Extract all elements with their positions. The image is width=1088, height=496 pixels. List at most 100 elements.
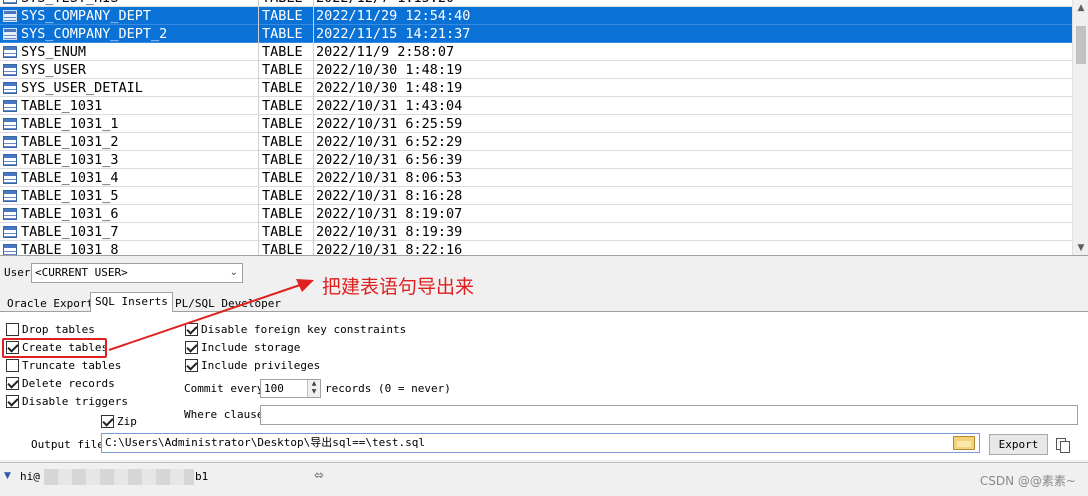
table-row[interactable]: SYS_USER_DETAIL TABLE 2022/10/30 1:48:19 — [0, 79, 1072, 97]
export-button[interactable]: Export — [989, 434, 1048, 455]
pin-icon[interactable]: ⬄ — [314, 468, 324, 482]
zip-label: Zip — [117, 415, 137, 428]
copy-icon[interactable] — [1056, 438, 1070, 453]
table-grid-icon — [3, 226, 17, 238]
chevron-down-icon[interactable]: ⌄ — [230, 264, 238, 282]
highlight-box — [2, 338, 107, 358]
table-type-cell: TABLE — [259, 43, 314, 61]
table-grid-icon — [3, 28, 17, 40]
table-type-cell: TABLE — [259, 241, 314, 255]
table-row[interactable]: SYS_TEST_HIS TABLE2022/12/7 1:15:20 — [0, 0, 1072, 7]
table-grid-icon — [3, 154, 17, 166]
drop-tables-box[interactable] — [6, 323, 19, 336]
output-file-input[interactable]: C:\Users\Administrator\Desktop\导出sql==\t… — [101, 433, 980, 453]
table-type-cell: TABLE — [259, 97, 314, 115]
table-name-cell: SYS_USER_DETAIL — [0, 79, 259, 97]
table-row[interactable]: SYS_ENUM TABLE 2022/11/9 2:58:07 — [0, 43, 1072, 61]
disable-fk-checkbox[interactable]: Disable foreign key constraints — [185, 323, 406, 337]
scroll-down-icon[interactable]: ▼ — [1073, 240, 1088, 255]
zip-box[interactable] — [101, 415, 114, 428]
table-type-cell: TABLE — [259, 223, 314, 241]
table-grid-icon — [3, 10, 17, 22]
table-date-cell: 2022/12/7 1:15:20 — [314, 0, 1072, 7]
table-grid-icon — [3, 190, 17, 202]
table-row[interactable]: TABLE_1031_5 TABLE 2022/10/31 8:16:28 — [0, 187, 1072, 205]
table-date-cell: 2022/10/31 8:06:53 — [316, 170, 463, 186]
truncate-tables-box[interactable] — [6, 359, 19, 372]
table-type-cell: TABLE — [259, 115, 314, 133]
table-type-cell: TABLE — [259, 133, 314, 151]
disable-triggers-checkbox[interactable]: Disable triggers — [6, 395, 128, 409]
table-row[interactable]: TABLE_1031_8 TABLE 2022/10/31 8:22:16 — [0, 241, 1072, 256]
triangle-down-icon[interactable]: ▼ — [4, 471, 11, 481]
table-name: TABLE_1031_7 — [21, 224, 119, 240]
table-row[interactable]: TABLE_1031_2 TABLE 2022/10/31 6:52:29 — [0, 133, 1072, 151]
table-name-cell: TABLE_1031_3 — [0, 151, 259, 169]
table-row[interactable]: TABLE_1031_1 TABLE 2022/10/31 6:25:59 — [0, 115, 1072, 133]
table-name-cell: SYS_USER — [0, 61, 259, 79]
table-grid-icon — [3, 64, 17, 76]
table-row[interactable]: SYS_COMPANY_DEPT TABLE 2022/11/29 12:54:40 — [0, 7, 1072, 25]
include-storage-box[interactable] — [185, 341, 198, 354]
user-label: User — [4, 266, 31, 279]
table-type-cell: TABLE — [259, 151, 314, 169]
folder-icon[interactable] — [953, 436, 975, 450]
scroll-thumb[interactable] — [1076, 26, 1086, 64]
commit-every-value: 100 — [264, 382, 284, 395]
table-date-cell: 2022/10/31 8:19:07 — [316, 206, 463, 222]
disable-triggers-label: Disable triggers — [22, 395, 128, 408]
table-type-cell: TABLE — [259, 205, 314, 223]
delete-records-checkbox[interactable]: Delete records — [6, 377, 115, 391]
table-list[interactable]: SYS_TEST_HISTABLE2022/12/7 1:15:20SYS_CO… — [0, 0, 1088, 256]
table-row[interactable]: TABLE_1031 TABLE 2022/10/31 1:43:04 — [0, 97, 1072, 115]
table-date-cell: 2022/10/31 6:56:39 — [316, 152, 463, 168]
table-name: SYS_TEST_HIS — [21, 0, 119, 6]
commit-every-input[interactable]: 100 ▲ ▼ — [260, 379, 321, 398]
table-rows: SYS_TEST_HISTABLE2022/12/7 1:15:20SYS_CO… — [0, 0, 1072, 256]
drop-tables-checkbox[interactable]: Drop tables — [6, 323, 95, 337]
table-name-cell: TABLE_1031_5 — [0, 187, 259, 205]
truncate-tables-label: Truncate tables — [22, 359, 122, 372]
vertical-scrollbar[interactable]: ▲ ▼ — [1072, 0, 1088, 255]
table-row[interactable]: TABLE_1031_3 TABLE 2022/10/31 6:56:39 — [0, 151, 1072, 169]
table-row[interactable]: SYS_USER TABLE 2022/10/30 1:48:19 — [0, 61, 1072, 79]
truncate-tables-checkbox[interactable]: Truncate tables — [6, 359, 121, 373]
where-clause-input[interactable] — [260, 405, 1078, 425]
disable-fk-box[interactable] — [185, 323, 198, 336]
spinner-icon[interactable]: ▲ ▼ — [307, 380, 320, 397]
table-grid-icon — [3, 46, 17, 58]
disable-triggers-box[interactable] — [6, 395, 19, 408]
table-date-cell: 2022/10/30 1:48:19 — [316, 62, 463, 78]
table-grid-icon — [3, 208, 17, 220]
table-row[interactable]: SYS_COMPANY_DEPT_2 TABLE 2022/11/15 14:21:… — [0, 25, 1072, 43]
drop-tables-label: Drop tables — [22, 323, 95, 336]
table-type-cell: TABLE — [259, 61, 314, 79]
include-storage-label: Include storage — [201, 341, 301, 354]
include-privileges-box[interactable] — [185, 359, 198, 372]
user-select[interactable]: <CURRENT USER> ⌄ — [31, 263, 243, 283]
user-select-value: <CURRENT USER> — [35, 266, 128, 279]
table-name: TABLE_1031 — [21, 98, 103, 114]
table-name-cell: TABLE_1031_6 — [0, 205, 259, 223]
table-row[interactable]: TABLE_1031_6 TABLE 2022/10/31 8:19:07 — [0, 205, 1072, 223]
table-date-cell: 2022/10/30 1:48:19 — [316, 80, 463, 96]
table-row[interactable]: TABLE_1031_7 TABLE 2022/10/31 8:19:39 — [0, 223, 1072, 241]
table-name-cell: SYS_TEST_HIS — [0, 0, 259, 7]
include-storage-checkbox[interactable]: Include storage — [185, 341, 300, 355]
zip-checkbox[interactable]: Zip — [101, 415, 137, 429]
table-date-cell: 2022/10/31 8:22:16 — [316, 242, 463, 256]
table-row[interactable]: TABLE_1031_4 TABLE 2022/10/31 8:06:53 — [0, 169, 1072, 187]
delete-records-box[interactable] — [6, 377, 19, 390]
tab-sql-inserts[interactable]: SQL Inserts — [90, 292, 173, 313]
include-privileges-checkbox[interactable]: Include privileges — [185, 359, 320, 373]
redacted-connection — [44, 469, 194, 485]
scroll-up-icon[interactable]: ▲ — [1073, 0, 1088, 16]
table-name-cell: TABLE_1031_8 — [0, 241, 259, 255]
output-file-value: C:\Users\Administrator\Desktop\导出sql==\t… — [105, 436, 426, 449]
commit-suffix-label: records (0 = never) — [325, 382, 451, 395]
table-name: SYS_USER — [21, 62, 87, 78]
tab-oracle-export[interactable]: Oracle Export — [2, 294, 98, 312]
tab-plsql-developer[interactable]: PL/SQL Developer — [170, 294, 286, 312]
table-name-cell: TABLE_1031_4 — [0, 169, 259, 187]
connection-suffix: b1 — [195, 470, 209, 483]
